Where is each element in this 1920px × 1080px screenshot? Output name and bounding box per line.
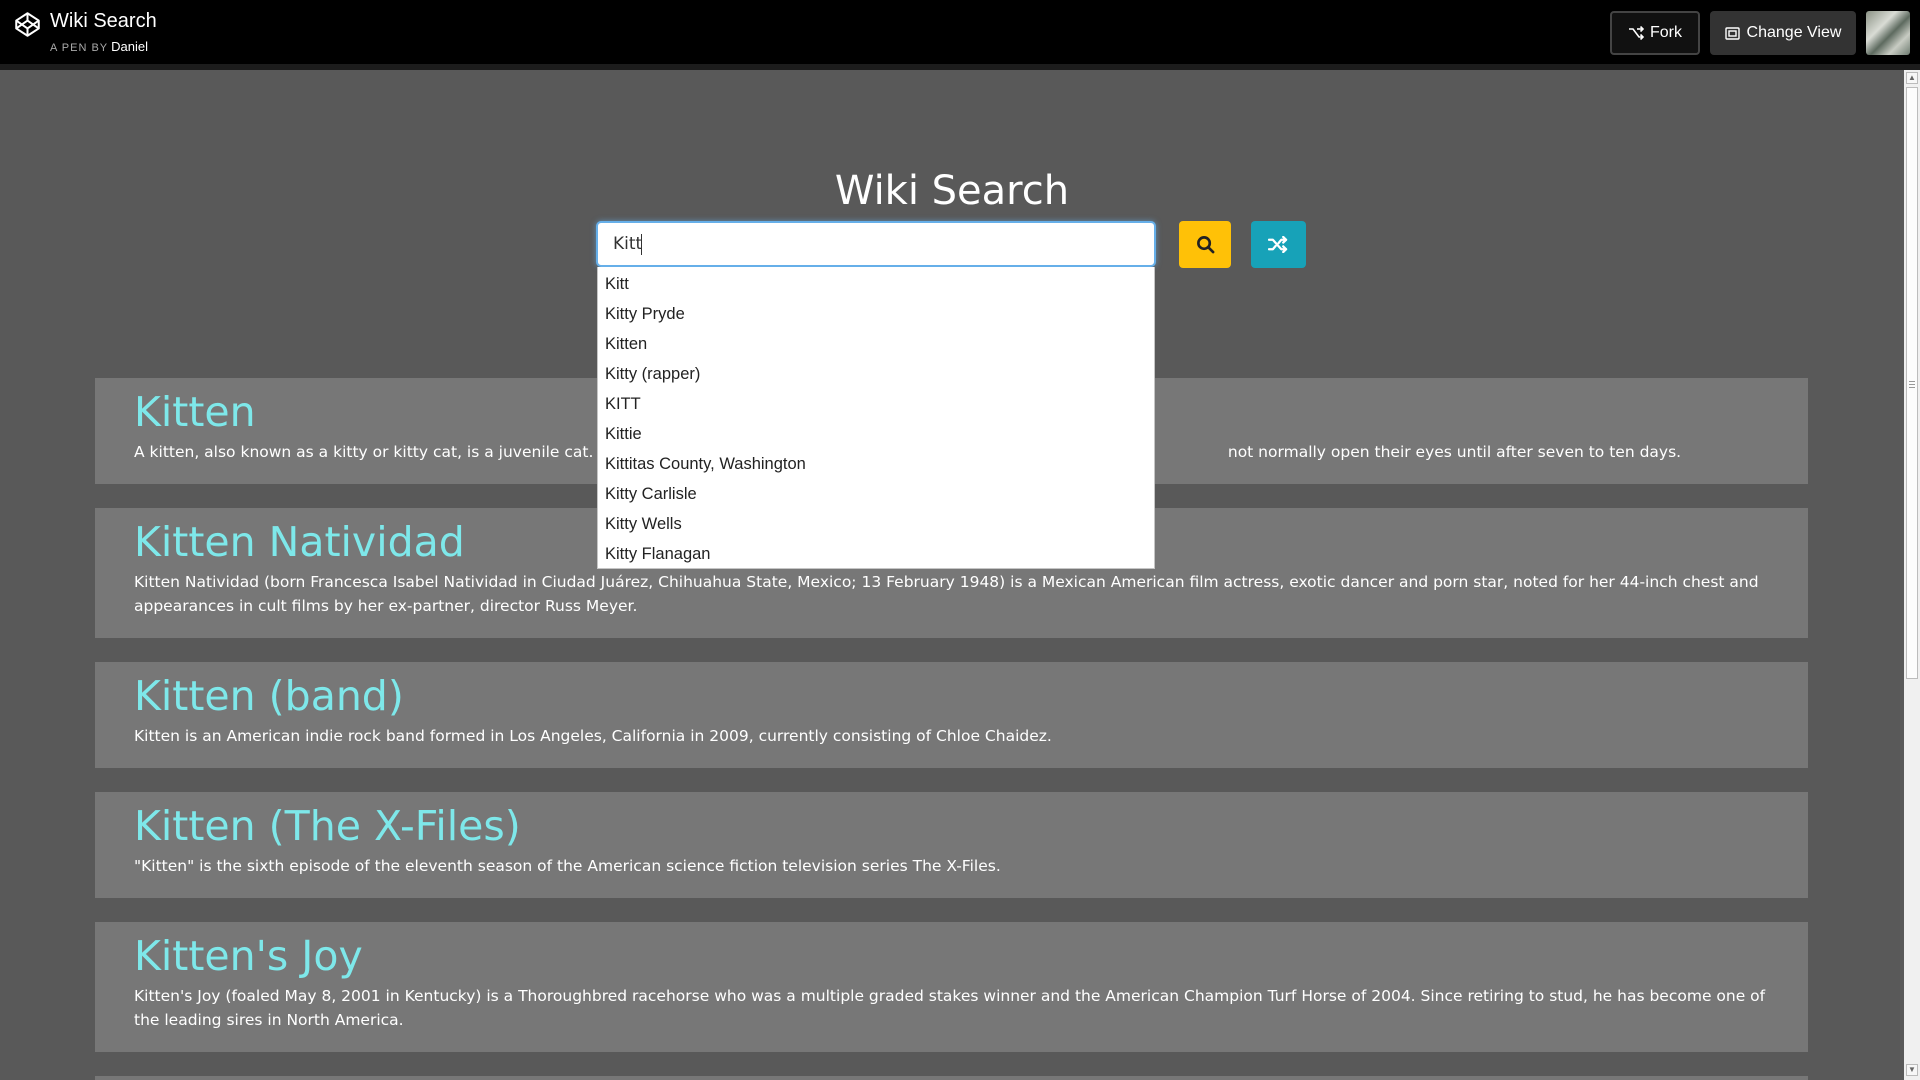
autocomplete-item[interactable]: Kitty Wells	[598, 509, 1154, 539]
fork-button[interactable]: Fork	[1610, 11, 1700, 55]
result-title[interactable]: Kitten (band)	[134, 670, 1769, 722]
autocomplete-item[interactable]: KITT	[598, 389, 1154, 419]
search-button[interactable]	[1179, 221, 1231, 268]
pen-byline: A PEN BY Daniel	[50, 39, 148, 54]
random-article-button[interactable]	[1251, 221, 1306, 268]
autocomplete-item[interactable]: Kitten	[598, 329, 1154, 359]
autocomplete-item[interactable]: Kittie	[598, 419, 1154, 449]
result-snippet: Kitten's Joy (foaled May 8, 2001 in Kent…	[134, 987, 1766, 1029]
text-caret	[641, 234, 642, 255]
user-avatar[interactable]	[1866, 11, 1910, 55]
fork-label: Fork	[1650, 24, 1682, 41]
autocomplete-item[interactable]: Kitty Pryde	[598, 299, 1154, 329]
autocomplete-item[interactable]: Kittitas County, Washington	[598, 449, 1154, 479]
scrollbar-thumb[interactable]	[1906, 87, 1918, 679]
vertical-scrollbar[interactable]: ▲ ▼	[1904, 70, 1920, 1080]
app-title: Wiki Search	[834, 168, 1070, 214]
autocomplete-item[interactable]: Kitty (rapper)	[598, 359, 1154, 389]
result-card: Kitten's Joy Kitten's Joy (foaled May 8,…	[95, 922, 1808, 1052]
codepen-header: Wiki Search A PEN BY Daniel Fork Change V…	[0, 0, 1920, 64]
search-icon	[1196, 236, 1214, 254]
result-snippet-start: A kitten, also known as a kitty or kitty…	[134, 443, 660, 461]
autocomplete-item[interactable]: Kitty Carlisle	[598, 479, 1154, 509]
scroll-up-arrow-icon[interactable]: ▲	[1906, 72, 1918, 84]
autocomplete-dropdown: Kitt Kitty Pryde Kitten Kitty (rapper) K…	[597, 267, 1155, 569]
result-snippet: Kitten is an American indie rock band fo…	[134, 727, 1052, 745]
autocomplete-item[interactable]: Kitty Flanagan	[598, 539, 1154, 569]
pen-preview: Wiki Search Kitten A kitten, also known …	[0, 70, 1904, 1080]
change-view-icon	[1724, 26, 1740, 40]
result-card	[95, 1076, 1808, 1080]
result-snippet: "Kitten" is the sixth episode of the ele…	[134, 857, 1001, 875]
fork-icon	[1629, 26, 1644, 40]
result-snippet-end: not normally open their eyes until after…	[1227, 443, 1682, 461]
result-title[interactable]: Kitten (The X-Files)	[134, 800, 1769, 852]
search-input[interactable]	[596, 221, 1156, 267]
change-view-label: Change View	[1746, 24, 1842, 41]
result-card: Kitten (The X-Files) "Kitten" is the six…	[95, 792, 1808, 898]
scrollbar-grip-icon	[1909, 381, 1915, 382]
codepen-logo-icon[interactable]	[14, 11, 41, 38]
result-card: Kitten (band) Kitten is an American indi…	[95, 662, 1808, 768]
shuffle-icon	[1268, 236, 1288, 253]
autocomplete-item[interactable]: Kitt	[598, 269, 1154, 299]
pen-by-label: A PEN BY	[50, 42, 109, 54]
change-view-button[interactable]: Change View	[1710, 11, 1856, 55]
result-snippet: Kitten Natividad (born Francesca Isabel …	[134, 573, 1759, 615]
pen-title[interactable]: Wiki Search	[50, 10, 157, 33]
scroll-down-arrow-icon[interactable]: ▼	[1906, 1064, 1918, 1076]
pen-author-link[interactable]: Daniel	[111, 39, 148, 54]
result-title[interactable]: Kitten's Joy	[134, 930, 1769, 982]
